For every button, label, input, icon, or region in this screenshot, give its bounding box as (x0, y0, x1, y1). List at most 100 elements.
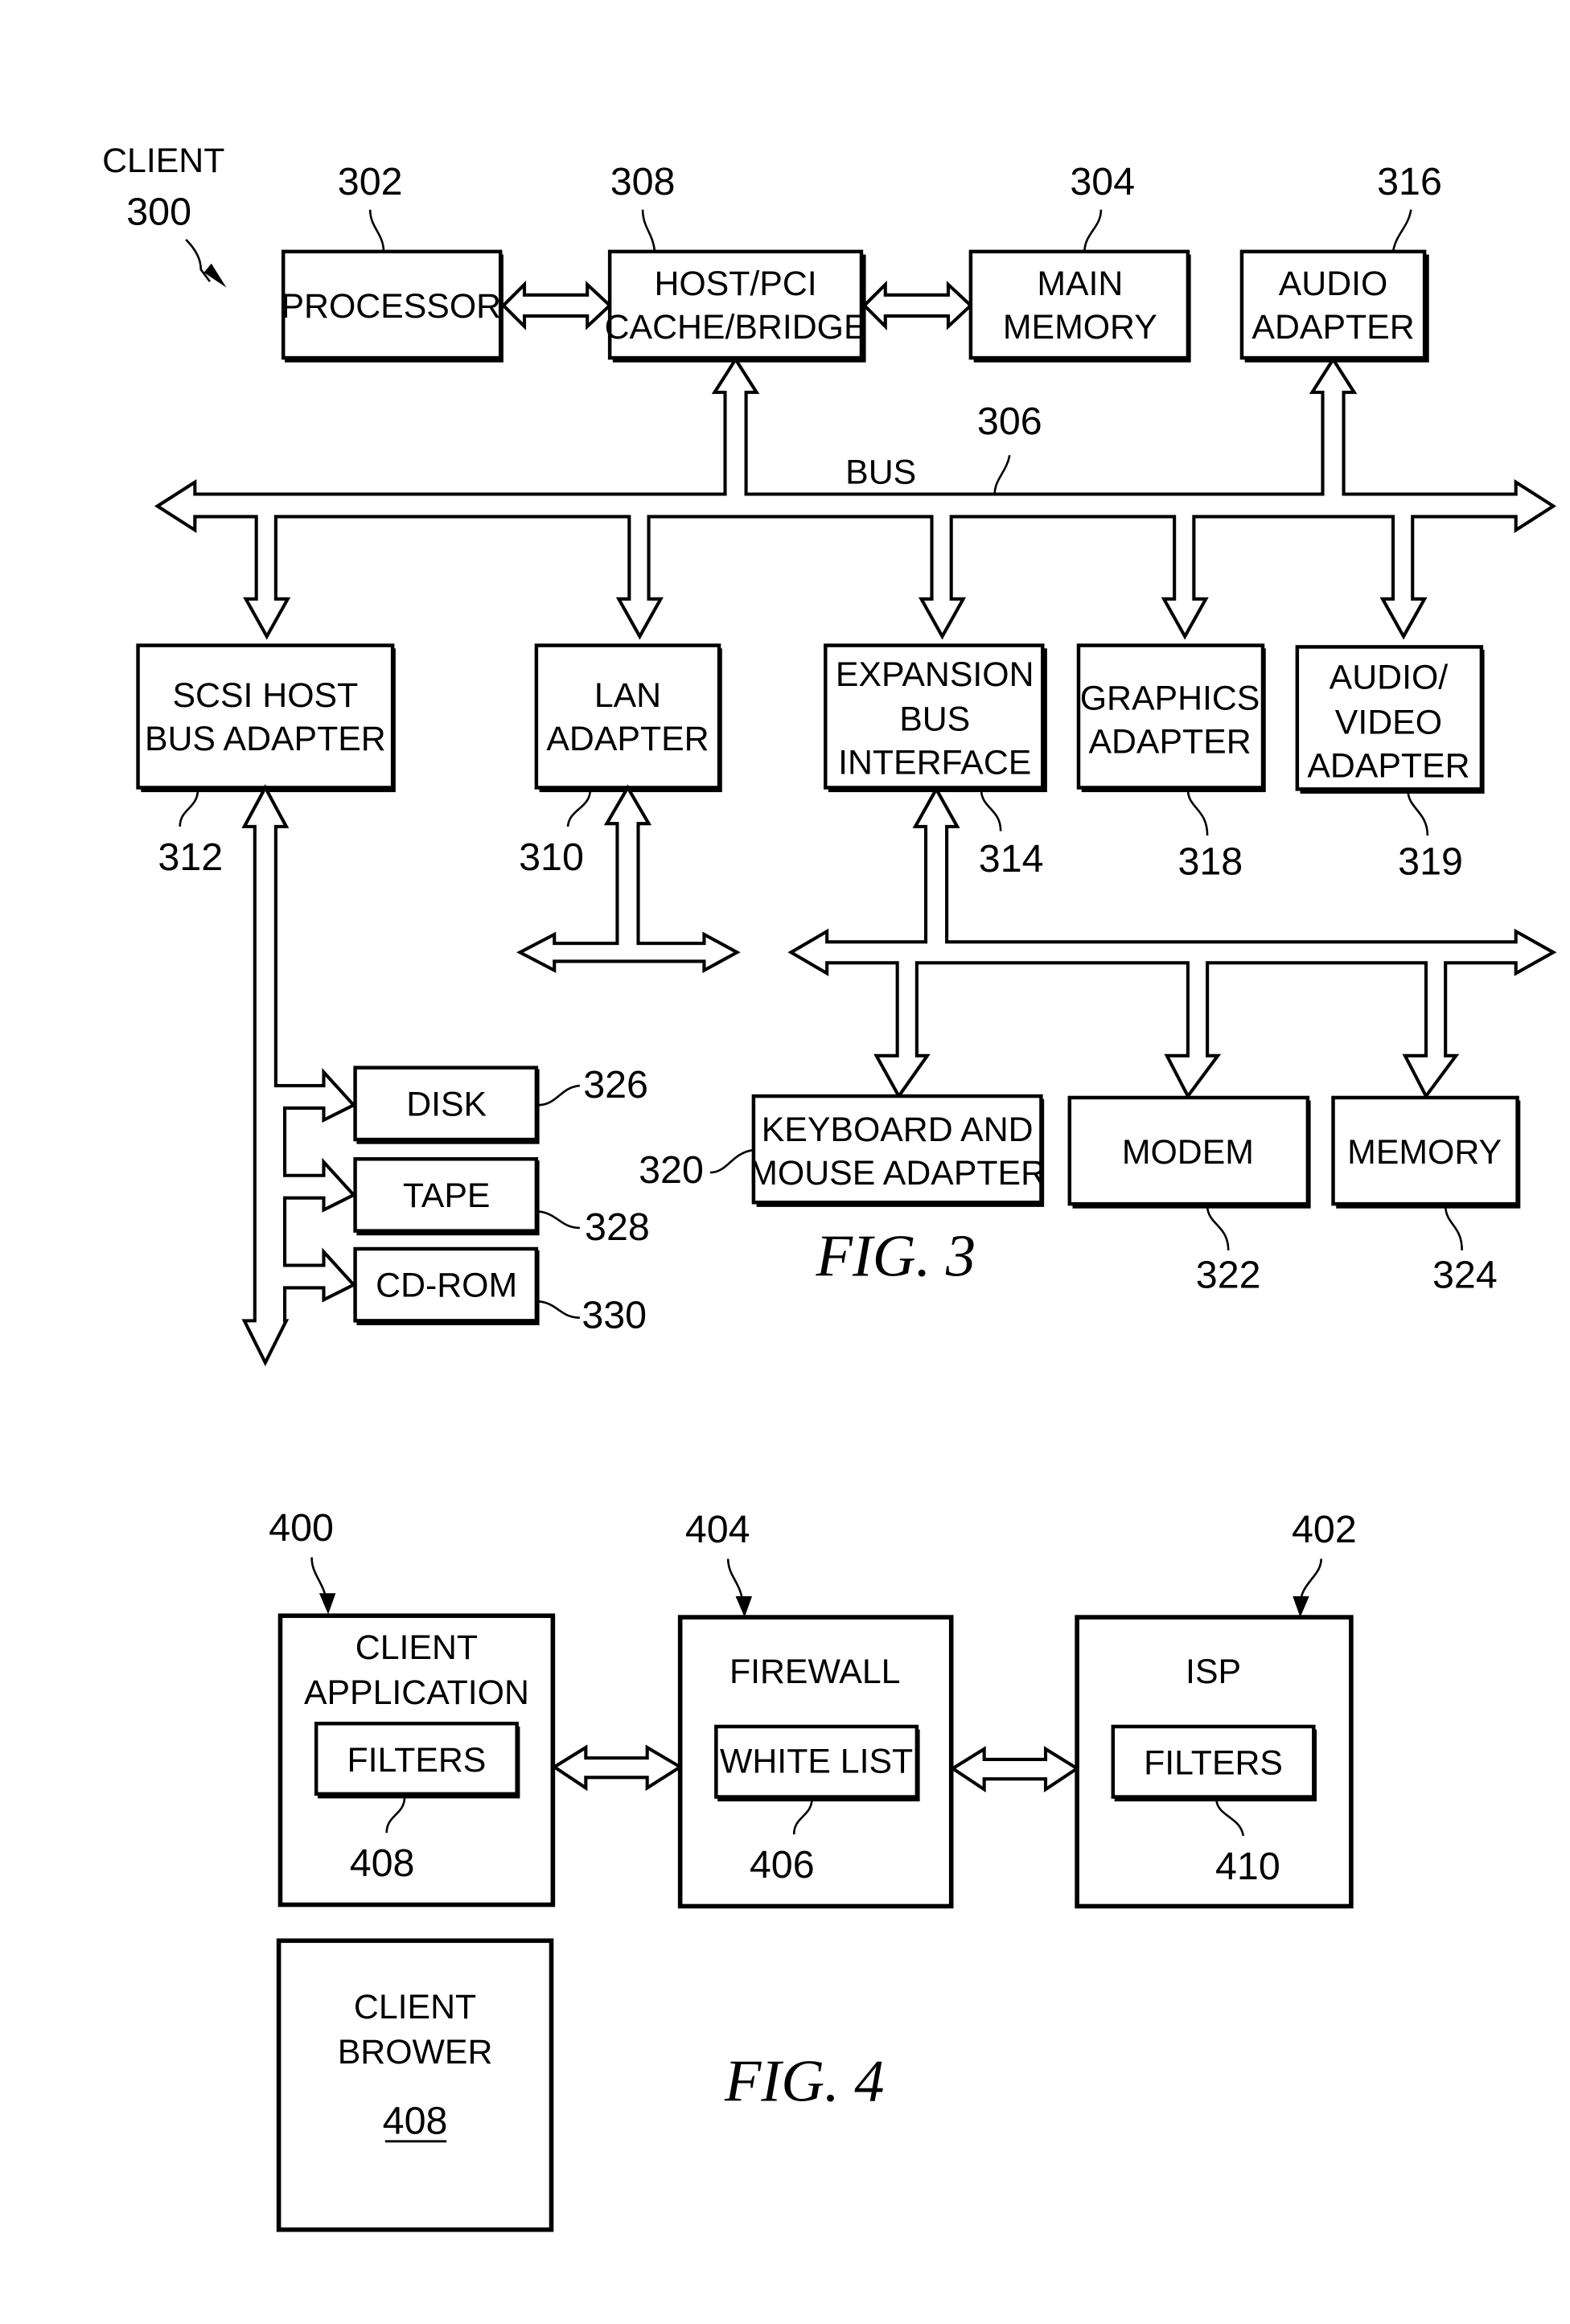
isp-label: ISP (1186, 1653, 1241, 1691)
expansion-ref: 314 (979, 837, 1044, 881)
bus-ref: 306 (977, 400, 1042, 443)
tape-block: TAPE 328 (353, 1157, 650, 1249)
disk-leader (537, 1084, 581, 1107)
cdrom-leader (537, 1300, 580, 1319)
expansion-label-1: EXPANSION (836, 655, 1034, 694)
main-memory-ref: 304 (1070, 160, 1135, 203)
disk-ref: 326 (583, 1063, 648, 1107)
scsi-label-2: BUS ADAPTER (145, 720, 386, 758)
lan-label-2: ADAPTER (546, 720, 709, 758)
cdrom-label: CD-ROM (376, 1267, 517, 1305)
client-app-arrowhead-icon (319, 1593, 336, 1615)
graphics-label-2: ADAPTER (1088, 723, 1251, 762)
white-list-ref: 406 (750, 1843, 815, 1887)
isp-ref: 402 (1292, 1508, 1357, 1551)
client-app-label-2: APPLICATION (304, 1673, 529, 1712)
client-firewall-link (551, 1744, 684, 1792)
main-memory-label-1: MAIN (1037, 265, 1123, 303)
modem-label: MODEM (1122, 1133, 1254, 1172)
client-arrowhead-icon (203, 263, 227, 288)
firewall-arrowhead-icon (735, 1596, 753, 1618)
isp-filters-ref: 410 (1215, 1845, 1280, 1888)
scsi-label-1: SCSI HOST (172, 676, 358, 715)
expansion-label-3: INTERFACE (838, 744, 1031, 782)
client-app-label-1: CLIENT (356, 1628, 478, 1667)
firewall-label: FIREWALL (730, 1653, 901, 1691)
keyboard-mouse-adapter-block: KEYBOARD AND MOUSE ADAPTER 320 (639, 1094, 1046, 1207)
host-memory-link (861, 280, 973, 331)
lan-ref: 310 (519, 836, 584, 879)
client-application-block: CLIENT APPLICATION FILTERS 400 408 (269, 1506, 556, 1907)
system-bus (154, 356, 1557, 640)
expansion-label-2: BUS (899, 700, 970, 739)
disk-block: DISK 326 (353, 1063, 648, 1144)
lan-label-1: LAN (594, 676, 661, 715)
scsi-device-bus (241, 784, 357, 1367)
bus-leader (993, 454, 1011, 495)
lan-network-link (516, 784, 741, 974)
modem-leader (1206, 1205, 1230, 1250)
host-pci-bridge-block: HOST/PCI CACHE/BRIDGE 308 (605, 160, 867, 363)
isp-block: ISP FILTERS 402 410 (1075, 1508, 1357, 1909)
client-app-filters-ref: 408 (350, 1842, 415, 1885)
main-memory-block: MAIN MEMORY 304 (968, 160, 1191, 363)
client-leader (185, 239, 211, 282)
av-label-1: AUDIO/ (1330, 659, 1449, 697)
host-bridge-ref: 308 (610, 160, 676, 203)
av-leader (1407, 790, 1429, 836)
audio-adapter-block: AUDIO ADAPTER 316 (1239, 160, 1442, 363)
modem-block: MODEM 322 (1067, 1095, 1311, 1296)
lan-leader (566, 789, 592, 827)
av-ref: 319 (1398, 840, 1463, 883)
scsi-ref: 312 (158, 836, 223, 879)
figure-4-caption: FIG. 4 (724, 2049, 885, 2115)
disk-label: DISK (406, 1085, 487, 1123)
figure-3: CLIENT 300 BUS 306 PROCESSOR 302 HOST/PC… (102, 142, 1557, 1367)
audio-adapter-ref: 316 (1377, 160, 1442, 203)
firewall-block: FIREWALL WHITE LIST 404 406 (677, 1508, 954, 1909)
audio-adapter-leader (1391, 209, 1412, 253)
keyboard-label-1: KEYBOARD AND (762, 1111, 1034, 1149)
isp-arrowhead-icon (1293, 1596, 1309, 1618)
keyboard-label-2: MOUSE ADAPTER (749, 1154, 1046, 1193)
av-label-2: VIDEO (1335, 703, 1442, 741)
graphics-adapter-block: GRAPHICS ADAPTER 318 (1076, 643, 1266, 883)
audio-adapter-label-2: ADAPTER (1251, 308, 1414, 347)
bus-label: BUS (845, 453, 916, 491)
host-bridge-label-1: HOST/PCI (654, 265, 816, 303)
client-browser-ref: 408 (383, 2100, 448, 2143)
expansion-leader (980, 789, 1002, 831)
client-label: CLIENT (102, 142, 224, 180)
firewall-isp-link (949, 1746, 1080, 1793)
processor-leader (368, 209, 385, 252)
client-browser-block: CLIENT BROWER 408 (276, 1938, 554, 2232)
client-ref: 300 (126, 190, 191, 233)
keyboard-leader (709, 1148, 754, 1174)
modem-ref: 322 (1196, 1253, 1261, 1296)
tape-leader (537, 1210, 580, 1230)
memory-leader (1444, 1205, 1463, 1250)
cdrom-block: CD-ROM 330 (353, 1246, 647, 1337)
main-memory-leader (1083, 209, 1103, 252)
graphics-label-1: GRAPHICS (1080, 680, 1260, 718)
patent-drawing-sheet: CLIENT 300 BUS 306 PROCESSOR 302 HOST/PC… (102, 142, 1557, 2232)
tape-ref: 328 (585, 1205, 650, 1249)
audio-adapter-label-1: AUDIO (1279, 265, 1388, 303)
audio-video-adapter-block: AUDIO/ VIDEO ADAPTER 319 (1295, 645, 1485, 883)
host-bridge-leader (641, 209, 656, 252)
scsi-leader (179, 789, 199, 827)
keyboard-ref: 320 (639, 1148, 704, 1192)
cdrom-ref: 330 (582, 1294, 647, 1337)
white-list-label: WHITE LIST (720, 1743, 913, 1781)
client-app-filters-label: FILTERS (347, 1741, 486, 1780)
figure-4: CLIENT APPLICATION FILTERS 400 408 FIREW… (269, 1506, 1357, 2232)
isp-filters-label: FILTERS (1144, 1744, 1283, 1783)
memory-label: MEMORY (1347, 1133, 1502, 1172)
client-app-ref: 400 (269, 1506, 334, 1550)
memory-ref: 324 (1432, 1253, 1498, 1296)
processor-block: PROCESSOR 302 (281, 160, 503, 363)
graphics-leader (1186, 789, 1209, 836)
processor-ref: 302 (338, 160, 403, 203)
av-label-3: ADAPTER (1307, 746, 1469, 785)
memory-block: MEMORY 324 (1331, 1095, 1521, 1296)
